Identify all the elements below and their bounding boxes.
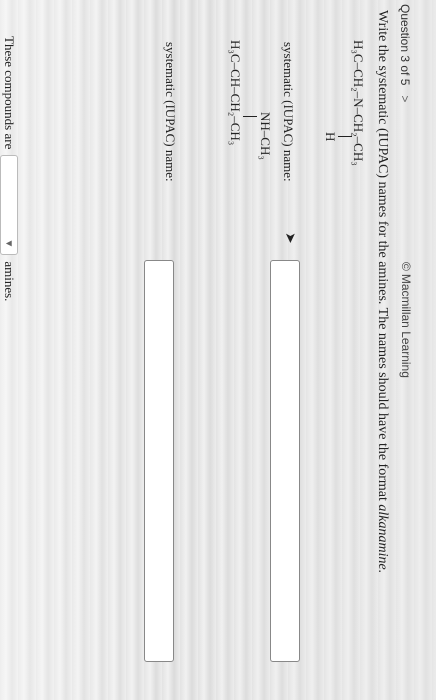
answer-2-label: systematic (IUPAC) name: bbox=[163, 42, 178, 182]
amine-type-select[interactable]: ▼ bbox=[0, 155, 18, 256]
molecule-2-chain: H₃C–CH–CH₂–CH₃ bbox=[228, 40, 243, 146]
header-bar: Question 3 of 5 > © Macmillan Learning bbox=[390, 0, 418, 700]
instructions: Write the systematic (IUPAC) names for t… bbox=[374, 10, 390, 690]
molecule-2-substituent: NH–CH₃ bbox=[258, 112, 273, 160]
mouse-cursor-icon: ➤ bbox=[282, 232, 297, 244]
instructions-format: alkanamine. bbox=[375, 504, 390, 574]
chevron-down-icon: ▼ bbox=[3, 238, 15, 249]
next-arrow-icon[interactable]: > bbox=[398, 95, 412, 102]
molecule-1-hydrogen: H bbox=[323, 132, 338, 142]
molecule-1-bond bbox=[338, 136, 352, 137]
amine-type-prefix: These compounds are bbox=[2, 36, 17, 150]
copyright-icon: © bbox=[399, 262, 413, 271]
instructions-text: Write the systematic (IUPAC) names for t… bbox=[375, 10, 390, 505]
answer-1-label: systematic (IUPAC) name: bbox=[281, 42, 296, 182]
rotated-content: Question 3 of 5 > © Macmillan Learning Wri… bbox=[0, 0, 418, 700]
brand-text: Macmillan Learning bbox=[399, 273, 413, 378]
amine-type-suffix: amines. bbox=[2, 261, 17, 302]
molecule-1: H₃C–CH₂–N–CH₂–CH₃ H bbox=[323, 40, 366, 166]
question-label: Question 3 of 5 bbox=[398, 4, 412, 86]
answer-1-input[interactable] bbox=[270, 260, 300, 662]
question-indicator[interactable]: Question 3 of 5 > bbox=[398, 4, 412, 102]
page: Question 3 of 5 > © Macmillan Learning Wri… bbox=[0, 0, 436, 700]
molecule-1-chain: H₃C–CH₂–N–CH₂–CH₃ bbox=[351, 40, 366, 166]
molecule-2-bond bbox=[243, 116, 257, 117]
brand: © Macmillan Learning bbox=[399, 262, 413, 378]
amine-type-sentence: These compounds are ▼ amines. bbox=[0, 36, 18, 301]
answer-2-input[interactable] bbox=[144, 260, 174, 662]
